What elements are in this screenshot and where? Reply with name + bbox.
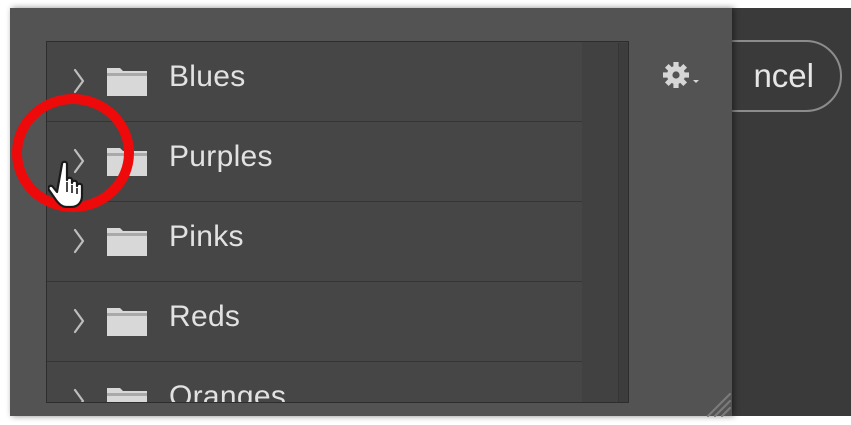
list-item-label: Pinks (169, 220, 244, 253)
swatch-folder-popup: Blues Purples Pinks Reds Oranges (10, 8, 732, 418)
list-item-label: Reds (169, 300, 241, 333)
list-item-blues[interactable]: Blues (47, 42, 582, 122)
chevron-right-icon[interactable] (72, 226, 86, 256)
folder-icon (107, 228, 147, 256)
chevron-right-icon[interactable] (72, 386, 86, 403)
list-item-label: Purples (169, 140, 273, 173)
list-item-reds[interactable]: Reds (47, 282, 582, 362)
folder-list-items: Blues Purples Pinks Reds Oranges (47, 42, 582, 403)
list-item-label: Oranges (169, 380, 287, 403)
hand-pointer-icon (48, 160, 84, 208)
scrollbar-thumb[interactable] (628, 81, 629, 197)
chevron-right-icon[interactable] (72, 306, 86, 336)
list-item-oranges[interactable]: Oranges (47, 362, 582, 403)
list-item-pinks[interactable]: Pinks (47, 202, 582, 282)
chevron-right-icon[interactable] (72, 66, 86, 96)
gear-icon[interactable] (662, 60, 710, 92)
folder-icon (107, 308, 147, 336)
resize-grip-icon[interactable] (704, 390, 734, 420)
list-item-label: Blues (169, 60, 246, 93)
dropdown-arrow-icon (693, 80, 699, 83)
folder-icon (107, 68, 147, 96)
folder-list: Blues Purples Pinks Reds Oranges (46, 41, 629, 403)
cancel-button-label: ncel (753, 57, 814, 94)
folder-icon (107, 388, 147, 402)
scrollbar[interactable] (618, 43, 629, 402)
